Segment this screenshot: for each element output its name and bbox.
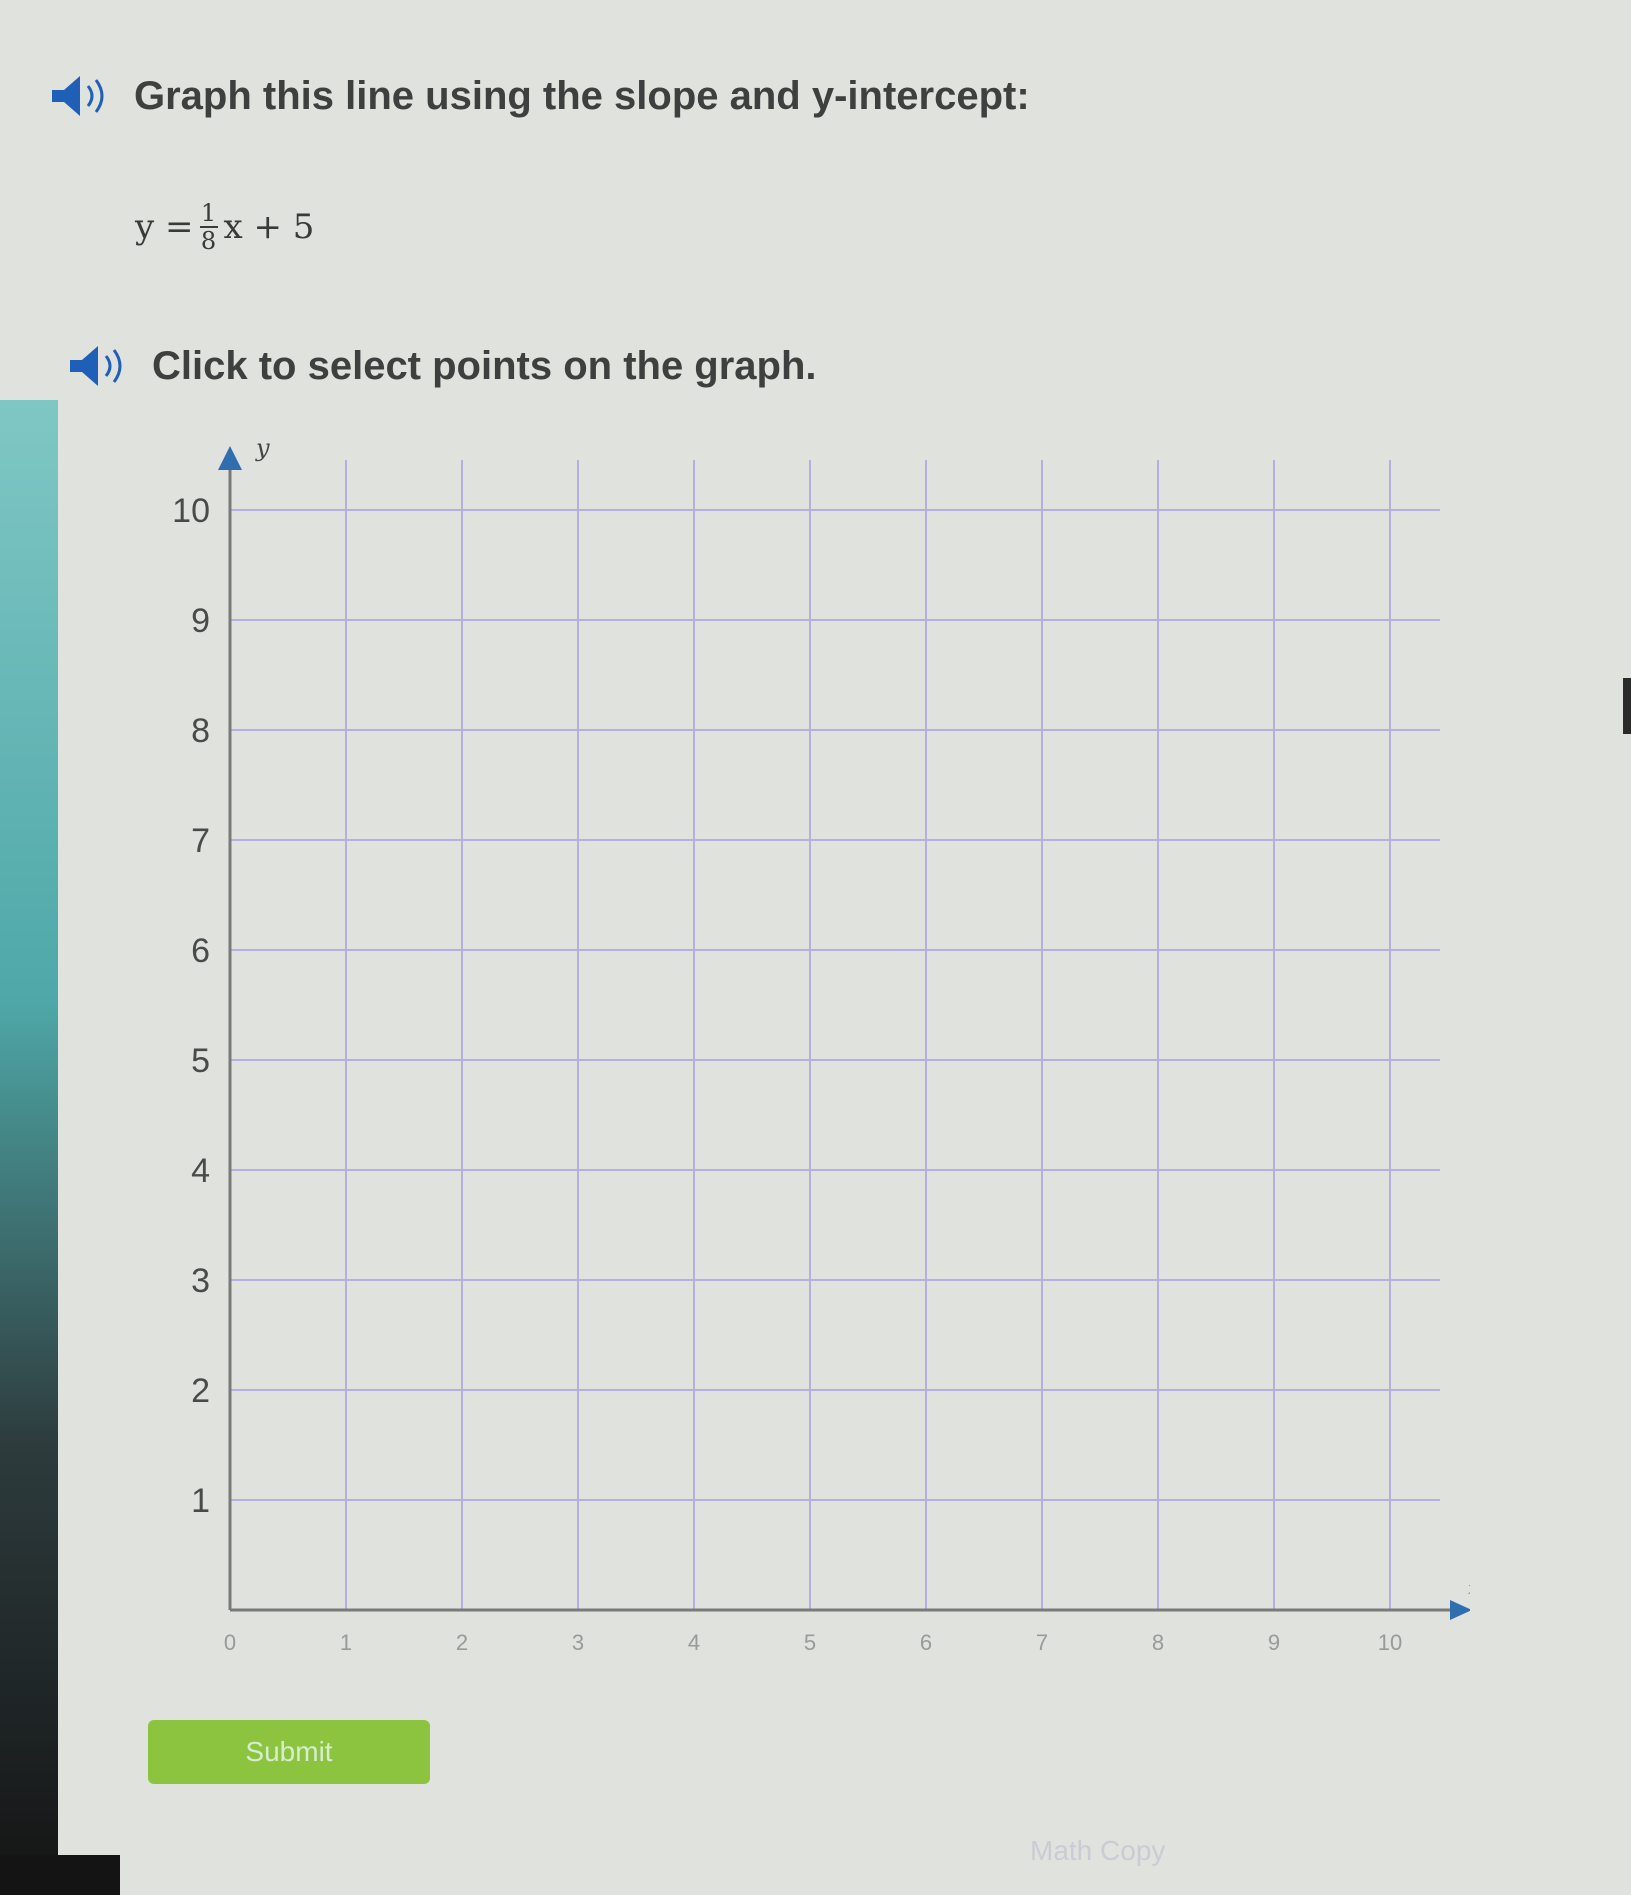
x-axis-arrow-icon <box>1450 1600 1470 1620</box>
x-tick-label: 10 <box>1378 1630 1402 1655</box>
y-tick-label: 1 <box>191 1482 210 1520</box>
y-tick-label: 10 <box>172 492 210 530</box>
y-axis-label: y <box>255 440 270 462</box>
equation: y = 1 8 x + 5 <box>135 200 314 254</box>
x-tick-label: 1 <box>340 1630 352 1655</box>
bottom-edge <box>0 1855 120 1895</box>
equation-rest: x + 5 <box>223 207 315 247</box>
speaker-icon[interactable] <box>66 342 136 390</box>
x-tick-label: 4 <box>688 1630 700 1655</box>
window-edge <box>0 400 58 1895</box>
y-tick-label: 5 <box>191 1042 210 1080</box>
x-tick-label: 3 <box>572 1630 584 1655</box>
y-tick-label: 9 <box>191 602 210 640</box>
y-axis-arrow-icon <box>218 446 242 470</box>
x-tick-label: 7 <box>1036 1630 1048 1655</box>
x-tick-label: 9 <box>1268 1630 1280 1655</box>
instruction-text: Click to select points on the graph. <box>152 343 817 388</box>
speaker-icon[interactable] <box>48 72 118 120</box>
x-tick-label: 6 <box>920 1630 932 1655</box>
coordinate-grid[interactable]: y x 1 2 3 4 5 6 7 8 9 10 0 1 2 3 4 5 6 7 8 9 10 <box>150 440 1470 1680</box>
x-tick-label: 5 <box>804 1630 816 1655</box>
y-tick-label: 3 <box>191 1262 210 1300</box>
x-axis-label: x <box>1468 1578 1470 1599</box>
slope-denominator: 8 <box>200 227 217 255</box>
question-page: Graph this line using the slope and y-in… <box>0 0 1631 1895</box>
side-tab[interactable] <box>1623 678 1631 734</box>
x-tick-label: 2 <box>456 1630 468 1655</box>
x-tick-label: 0 <box>224 1630 236 1655</box>
equation-lhs: y = <box>135 207 194 247</box>
y-tick-label: 8 <box>191 712 210 750</box>
graph-area[interactable]: y x 1 2 3 4 5 6 7 8 9 10 0 1 2 3 4 5 6 7 8 9 10 <box>150 440 1470 1680</box>
y-tick-label: 2 <box>191 1372 210 1410</box>
x-tick-label: 8 <box>1152 1630 1164 1655</box>
question-prompt-row: Graph this line using the slope and y-in… <box>48 72 1030 120</box>
submit-button[interactable]: Submit <box>148 1720 430 1784</box>
y-tick-label: 4 <box>191 1152 210 1190</box>
slope-numerator: 1 <box>200 199 217 227</box>
secondary-link[interactable]: Math Copy <box>1030 1835 1165 1867</box>
instruction-row: Click to select points on the graph. <box>66 342 817 390</box>
question-prompt: Graph this line using the slope and y-in… <box>134 73 1030 118</box>
y-tick-label: 6 <box>191 932 210 970</box>
y-tick-label: 7 <box>191 822 210 860</box>
slope-fraction: 1 8 <box>199 199 218 255</box>
